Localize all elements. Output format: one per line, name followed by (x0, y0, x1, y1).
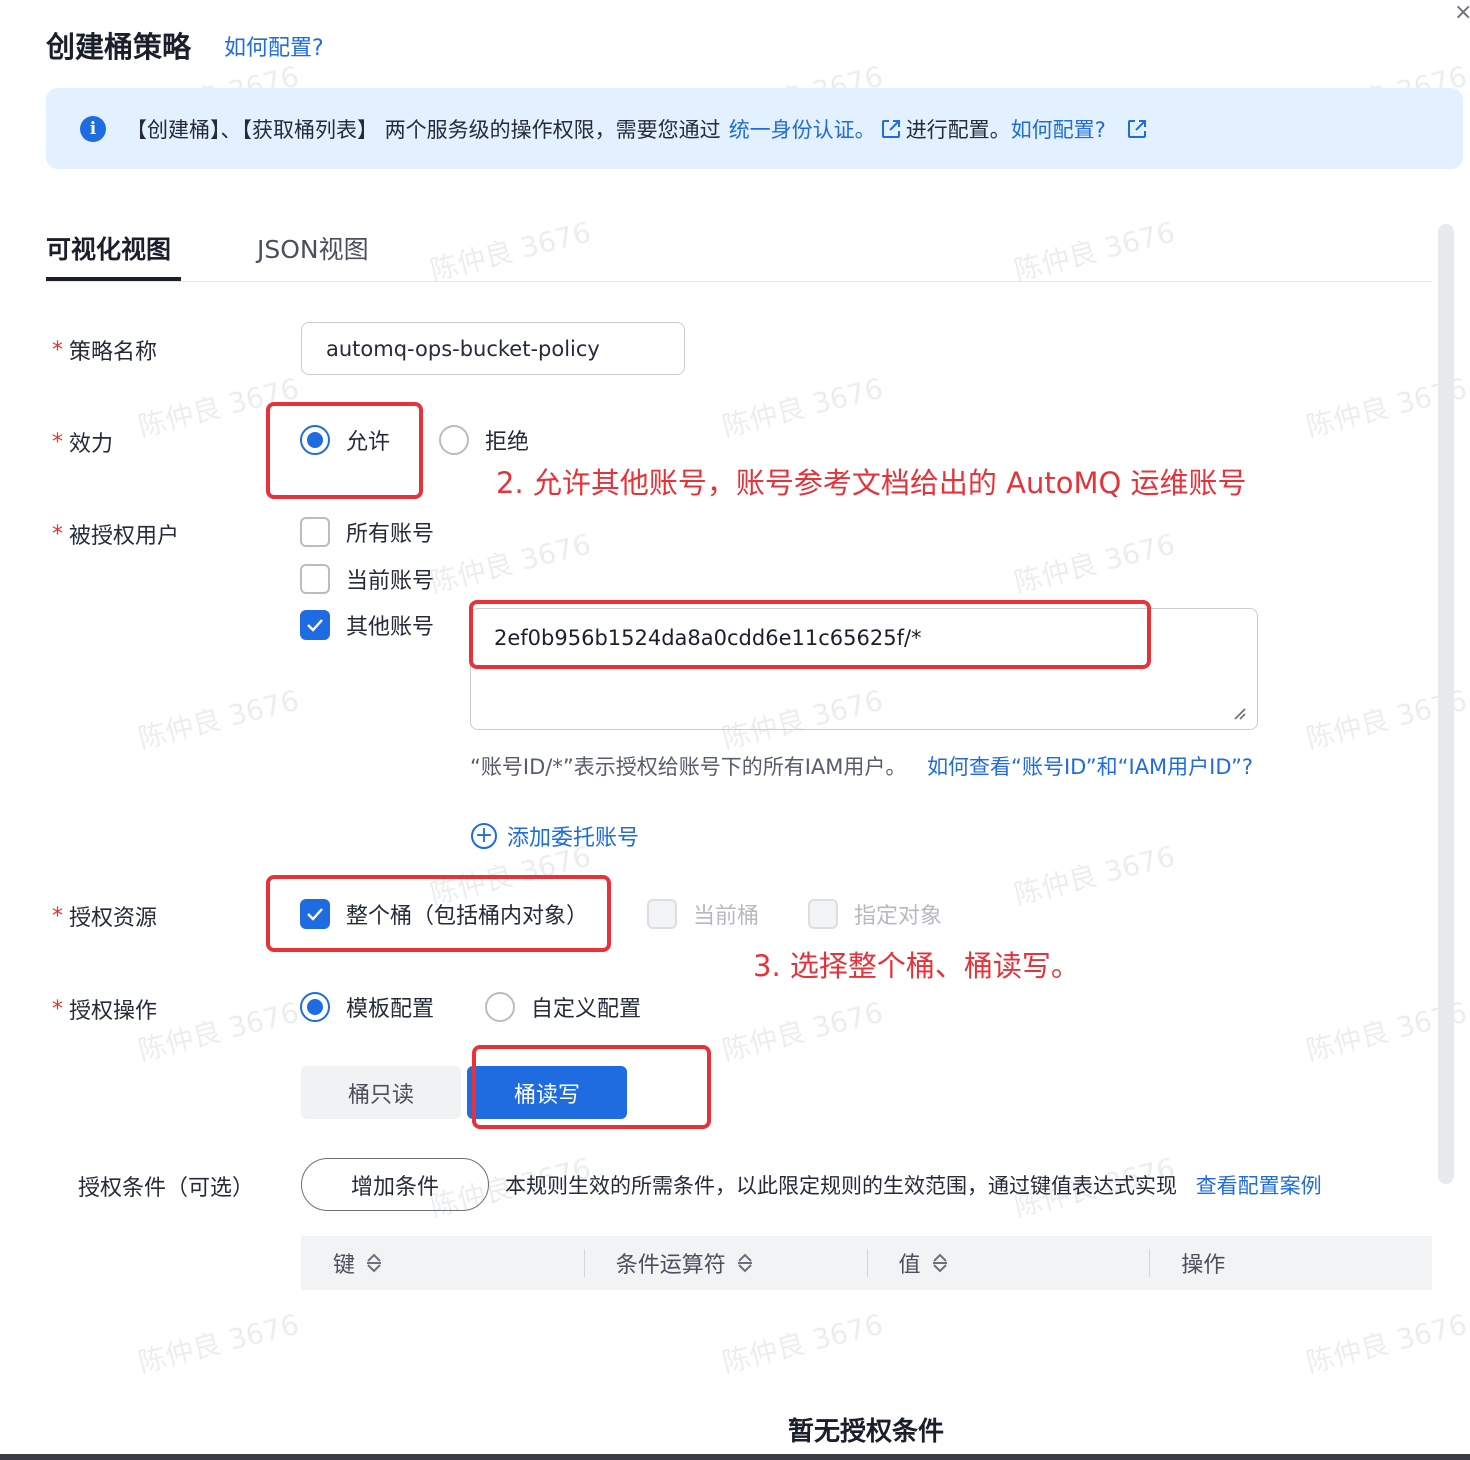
radio-unchecked-icon (439, 425, 469, 455)
action-label: * 授权操作 (52, 996, 158, 1025)
watermark: 陈仲良 3676 (134, 683, 303, 756)
add-condition-button[interactable]: 增加条件 (301, 1158, 489, 1211)
watermark: 陈仲良 3676 (134, 995, 303, 1068)
policy-name-label: * 策略名称 (52, 337, 158, 366)
checkbox-unchecked-icon (300, 517, 330, 547)
effect-label: * 效力 (52, 429, 114, 458)
sort-icon[interactable] (931, 1252, 949, 1274)
required-mark: * (52, 903, 63, 929)
info-icon: i (80, 115, 106, 142)
external-link-icon[interactable] (880, 118, 902, 140)
condition-label: 授权条件（可选） (78, 1176, 255, 1201)
empty-conditions-text: 暂无授权条件 (787, 1417, 944, 1447)
condition-description: 本规则生效的所需条件，以此限定规则的生效范围，通过键值表达式实现 查看配置案例 (505, 1174, 1322, 1198)
action-custom-radio[interactable]: 自定义配置 (485, 991, 641, 1023)
required-mark: * (52, 429, 63, 455)
resize-handle-icon[interactable] (1231, 705, 1247, 721)
watermark: 陈仲良 3676 (718, 1307, 887, 1380)
annotation-box-readwrite (472, 1045, 711, 1129)
action-template-radio[interactable]: 模板配置 (300, 991, 434, 1023)
resource-label: * 授权资源 (52, 903, 158, 932)
watermark: 陈仲良 3676 (426, 527, 595, 600)
column-actions: 操作 (1149, 1236, 1432, 1290)
principal-other-checkbox[interactable]: 其他账号 (300, 609, 434, 641)
principal-current-checkbox[interactable]: 当前账号 (300, 563, 434, 595)
required-mark: * (52, 337, 63, 363)
policy-name-input[interactable]: automq-ops-bucket-policy (301, 322, 685, 375)
resource-current-bucket-checkbox: 当前桶 (647, 898, 759, 930)
info-banner: i 【创建桶】、【获取桶列表】 两个服务级的操作权限，需要您通过 统一身份认证。… (46, 88, 1463, 169)
annotation-box-account (469, 600, 1151, 669)
scrollbar[interactable] (1438, 224, 1454, 1184)
watermark: 陈仲良 3676 (134, 1307, 303, 1380)
checkmark-icon (300, 610, 330, 640)
view-example-link[interactable]: 查看配置案例 (1196, 1174, 1322, 1198)
condition-table-header: 键 条件运算符 值 操作 (301, 1236, 1432, 1290)
required-mark: * (52, 521, 63, 547)
principal-all-checkbox[interactable]: 所有账号 (300, 516, 434, 548)
radio-unchecked-icon (485, 992, 515, 1022)
tabs-divider (46, 281, 1432, 282)
add-delegated-account-button[interactable]: + 添加委托账号 (471, 820, 639, 852)
bottom-bar (0, 1454, 1470, 1460)
account-hint: “账号ID/*”表示授权给账号下的所有IAM用户。 如何查看“账号ID”和“IA… (470, 755, 1254, 779)
sort-icon[interactable] (736, 1252, 754, 1274)
watermark: 陈仲良 3676 (1010, 527, 1179, 600)
tab-active-indicator (46, 277, 181, 281)
resource-specific-object-checkbox: 指定对象 (808, 898, 942, 930)
close-icon[interactable]: × (1454, 0, 1470, 25)
tab-json[interactable]: JSON视图 (257, 230, 369, 266)
watermark: 陈仲良 3676 (718, 995, 887, 1068)
principal-label: * 被授权用户 (52, 521, 180, 550)
checkbox-disabled-icon (647, 899, 677, 929)
required-mark: * (52, 996, 63, 1022)
effect-deny-radio[interactable]: 拒绝 (439, 424, 529, 456)
watermark: 陈仲良 3676 (1010, 215, 1179, 288)
watermark: 陈仲良 3676 (1302, 1307, 1470, 1380)
annotation-step2: 2. 允许其他账号，账号参考文档给出的 AutoMQ 运维账号 (496, 466, 1247, 500)
watermark: 陈仲良 3676 (426, 215, 595, 288)
column-key[interactable]: 键 (301, 1236, 584, 1290)
banner-text: 【创建桶】、【获取桶列表】 两个服务级的操作权限，需要您通过 (126, 117, 721, 142)
iam-link[interactable]: 统一身份认证。 (729, 114, 876, 144)
help-link[interactable]: 如何配置? (224, 30, 324, 62)
checkbox-unchecked-icon (300, 564, 330, 594)
external-link-icon[interactable] (1126, 118, 1148, 140)
annotation-box-allow (266, 402, 423, 499)
account-id-help-link[interactable]: 如何查看“账号ID”和“IAM用户ID”? (927, 755, 1253, 779)
checkbox-disabled-icon (808, 899, 838, 929)
banner-help-link[interactable]: 如何配置? (1011, 114, 1106, 144)
column-value[interactable]: 值 (866, 1236, 1150, 1290)
template-bucket-readonly[interactable]: 桶只读 (301, 1066, 461, 1119)
watermark: 陈仲良 3676 (1010, 839, 1179, 912)
annotation-step3: 3. 选择整个桶、桶读写。 (753, 949, 1080, 983)
column-operator[interactable]: 条件运算符 (583, 1236, 867, 1290)
banner-text-mid: 进行配置。 (905, 117, 1011, 142)
tab-visual[interactable]: 可视化视图 (46, 230, 171, 266)
dialog-title: 创建桶策略 (46, 30, 192, 64)
plus-circle-icon: + (471, 823, 497, 849)
annotation-box-resource (266, 875, 611, 952)
watermark: 陈仲良 3676 (718, 371, 887, 444)
sort-icon[interactable] (365, 1252, 383, 1274)
radio-checked-icon (300, 992, 330, 1022)
